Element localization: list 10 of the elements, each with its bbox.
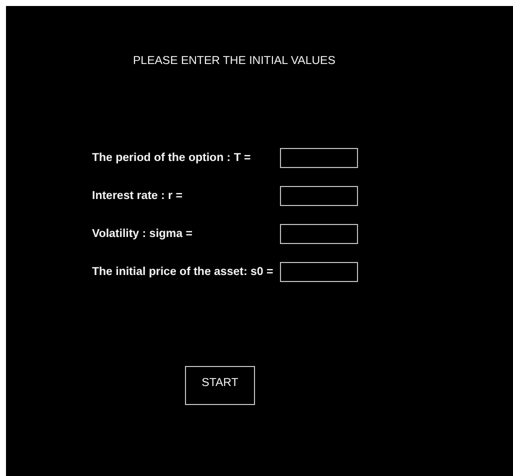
- start-button[interactable]: START: [185, 366, 255, 405]
- input-field[interactable]: [280, 262, 358, 282]
- form-title: PLEASE ENTER THE INITIAL VALUES: [133, 54, 336, 68]
- field-label: Interest rate : r =: [92, 189, 184, 203]
- field-label: The initial price of the asset: s0 =: [92, 265, 274, 279]
- input-field[interactable]: [280, 148, 358, 168]
- input-field[interactable]: [280, 186, 358, 206]
- field-label: Volatility : sigma =: [92, 227, 194, 241]
- input-field[interactable]: [280, 224, 358, 244]
- field-label: The period of the option : T =: [92, 151, 252, 165]
